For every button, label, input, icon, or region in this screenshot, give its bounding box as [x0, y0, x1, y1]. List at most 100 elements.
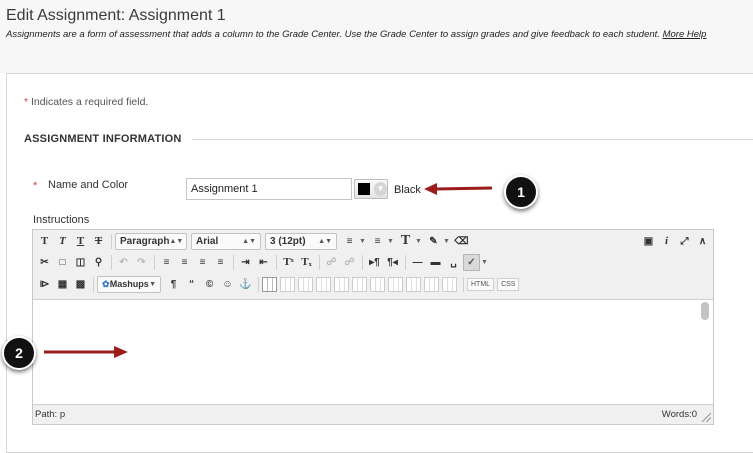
mashups-icon: ✿ — [102, 278, 110, 289]
insert-table-icon[interactable] — [262, 276, 277, 292]
scrollbar-thumb[interactable] — [701, 302, 709, 320]
mashups-label: Mashups — [109, 279, 149, 289]
text-color-icon[interactable]: T — [397, 233, 414, 250]
delete-row-icon[interactable] — [352, 276, 367, 292]
horizontal-rule-icon[interactable]: — — [409, 254, 426, 271]
indent-icon[interactable]: ⇥ — [237, 254, 254, 271]
chevron-down-icon[interactable]: ▼ — [443, 238, 450, 245]
toolbar-row-3: ⧐ ▦ ▩ ✿ Mashups ▼ ¶ “ © ☺ ⚓ HTML CSS — [36, 274, 522, 294]
insert-row-after-icon[interactable] — [334, 276, 349, 292]
more-help-link[interactable]: More Help — [663, 29, 707, 40]
divider — [258, 276, 259, 292]
undo-icon[interactable]: ↶ — [115, 254, 132, 271]
subscript-icon[interactable]: Tₓ — [298, 254, 315, 271]
color-name: Black — [394, 184, 421, 196]
callout-badge-1: 1 — [504, 175, 538, 209]
spellcheck-icon[interactable]: ✓ — [463, 253, 480, 271]
font-family-select[interactable]: Arial ▲▼ — [191, 232, 261, 250]
section-heading: ASSIGNMENT INFORMATION — [24, 133, 182, 145]
toolbar-row-1: T T T T Paragraph ▲▼ Arial ▲▼ 3 (12pt) ▲… — [36, 231, 712, 251]
description-text: Assignments are a form of assessment tha… — [6, 29, 660, 40]
eraser-icon[interactable]: ⌫ — [453, 233, 470, 250]
anchor-icon[interactable]: ⚓ — [237, 276, 254, 293]
attach-file-icon[interactable]: ⧐ — [36, 276, 53, 293]
toolbar-row-2: ✂ □ ◫ ⚲ ↶ ↷ ≡ ≡ ≡ ≡ ⇥ ⇤ Tˣ Tₓ ☍ ☍ ▸¶ ¶◂ … — [36, 252, 491, 272]
page-header: Edit Assignment: Assignment 1 Assignment… — [0, 0, 753, 73]
divider — [463, 276, 464, 292]
emoticon-icon[interactable]: ☺ — [219, 276, 236, 293]
insert-col-before-icon[interactable] — [370, 276, 385, 292]
split-cells-icon[interactable] — [424, 276, 439, 292]
divider — [233, 254, 234, 270]
font-family-value: Arial — [196, 235, 219, 247]
justify-icon[interactable]: ≡ — [212, 254, 229, 271]
quote-icon[interactable]: “ — [183, 276, 200, 293]
info-icon[interactable]: i — [658, 233, 675, 250]
copy-icon[interactable]: □ — [54, 254, 71, 271]
required-star: * — [24, 96, 29, 108]
divider — [154, 254, 155, 270]
find-icon[interactable]: ⚲ — [90, 254, 107, 271]
name-input[interactable] — [186, 178, 352, 200]
align-left-icon[interactable]: ≡ — [158, 254, 175, 271]
preview-icon[interactable]: ▣ — [640, 233, 657, 250]
ltr-icon[interactable]: ▸¶ — [366, 254, 383, 271]
divider — [319, 254, 320, 270]
table-row-props-icon[interactable] — [280, 276, 295, 292]
collapse-icon[interactable]: ∧ — [694, 233, 711, 250]
chevron-down-icon[interactable]: ▼ — [415, 238, 422, 245]
highlight-icon[interactable]: ✎ — [425, 233, 442, 250]
cut-icon[interactable]: ✂ — [36, 254, 53, 271]
fullscreen-icon[interactable]: ⤢ — [676, 233, 693, 250]
superscript-icon[interactable]: Tˣ — [280, 254, 297, 271]
resize-handle-icon[interactable] — [702, 413, 711, 422]
chevron-down-icon[interactable]: ▼ — [359, 238, 366, 245]
align-center-icon[interactable]: ≡ — [176, 254, 193, 271]
page-title: Edit Assignment: Assignment 1 — [6, 7, 226, 24]
nonbreaking-space-icon[interactable]: ␣ — [445, 254, 462, 271]
delete-col-icon[interactable] — [406, 276, 421, 292]
underline-icon[interactable]: T — [72, 233, 89, 250]
bullet-list-icon[interactable]: ≡ — [341, 233, 358, 250]
line-icon[interactable]: ▬ — [427, 254, 444, 271]
paragraph-icon[interactable]: ¶ — [165, 276, 182, 293]
format-block-select[interactable]: Paragraph ▲▼ — [115, 232, 187, 250]
italic-icon[interactable]: T — [54, 233, 71, 250]
chevron-down-icon[interactable]: ▼ — [481, 259, 488, 266]
bold-icon[interactable]: T — [36, 233, 53, 250]
section-divider — [192, 139, 753, 140]
redo-icon[interactable]: ↷ — [133, 254, 150, 271]
numbered-list-icon[interactable]: ≡ — [369, 233, 386, 250]
color-swatch — [358, 183, 370, 195]
mashups-select[interactable]: ✿ Mashups ▼ — [97, 275, 161, 293]
align-right-icon[interactable]: ≡ — [194, 254, 211, 271]
callout-badge-2: 2 — [2, 336, 36, 370]
divider — [276, 254, 277, 270]
editor-content-area[interactable] — [33, 299, 713, 405]
insert-col-after-icon[interactable] — [388, 276, 403, 292]
paste-icon[interactable]: ◫ — [72, 254, 89, 271]
strikethrough-icon[interactable]: T — [90, 233, 107, 250]
insert-media-icon[interactable]: ▩ — [72, 276, 89, 293]
color-picker-button[interactable]: ▼ — [354, 179, 388, 199]
unlink-icon[interactable]: ☍ — [341, 254, 358, 271]
chevron-down-icon[interactable]: ▼ — [387, 238, 394, 245]
css-button[interactable]: CSS — [497, 277, 520, 291]
html-button[interactable]: HTML — [467, 277, 495, 291]
format-block-value: Paragraph — [120, 235, 170, 247]
copyright-icon[interactable]: © — [201, 276, 218, 293]
required-note-text: Indicates a required field. — [31, 96, 149, 108]
outdent-icon[interactable]: ⇤ — [255, 254, 272, 271]
editor-scrollbar[interactable] — [701, 302, 709, 402]
updown-icon: ▲▼ — [242, 237, 256, 245]
rtl-icon[interactable]: ¶◂ — [384, 254, 401, 271]
font-size-select[interactable]: 3 (12pt) ▲▼ — [265, 232, 337, 250]
link-icon[interactable]: ☍ — [323, 254, 340, 271]
divider — [405, 254, 406, 270]
chevron-down-icon: ▼ — [149, 280, 156, 288]
chevron-down-icon: ▼ — [374, 182, 387, 196]
table-cell-props-icon[interactable] — [298, 276, 313, 292]
merge-cells-icon[interactable] — [442, 276, 457, 292]
insert-image-icon[interactable]: ▦ — [54, 276, 71, 293]
insert-row-before-icon[interactable] — [316, 276, 331, 292]
